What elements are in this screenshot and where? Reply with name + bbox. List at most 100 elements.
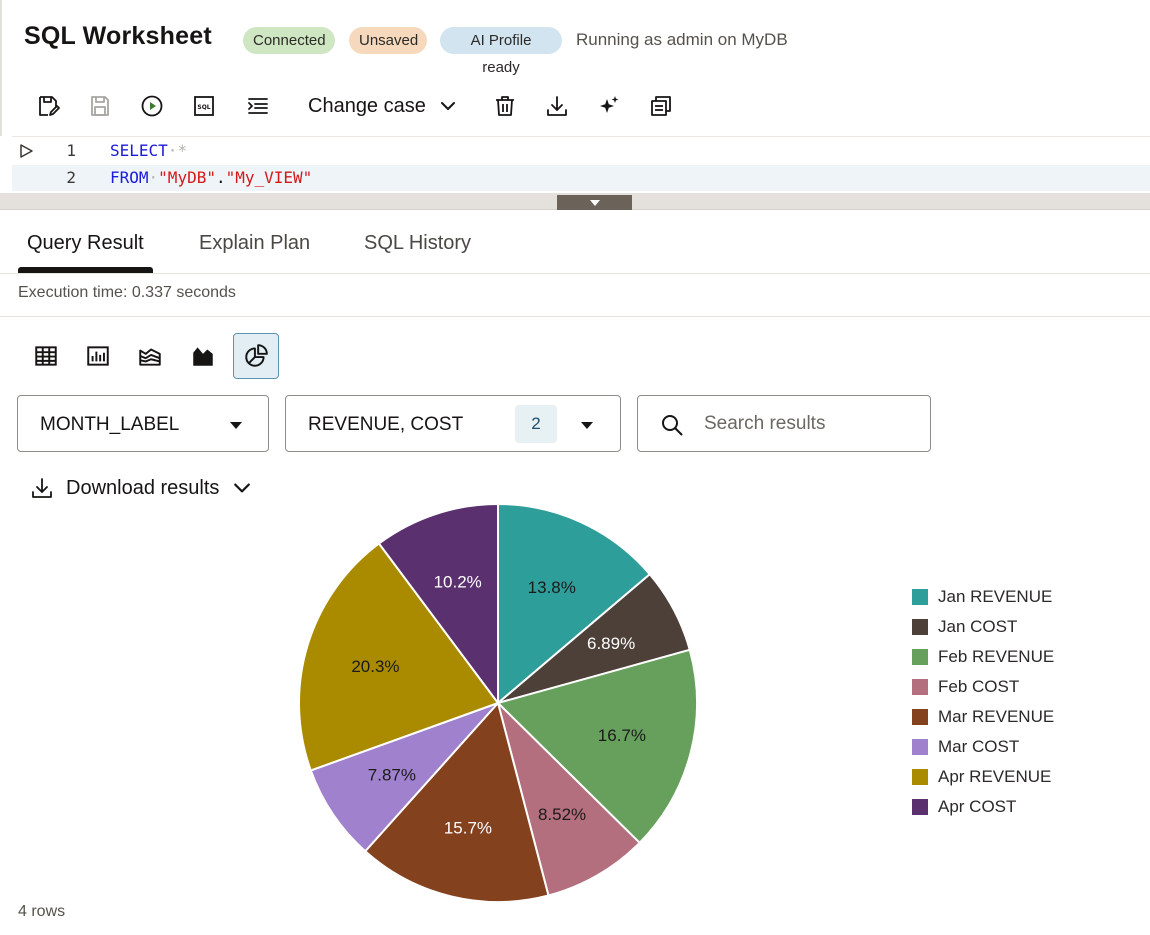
legend-item[interactable]: Jan REVENUE xyxy=(912,586,1052,608)
run-statement-icon[interactable] xyxy=(18,143,34,159)
table-view-icon xyxy=(35,346,57,366)
save-as-icon xyxy=(39,96,60,116)
sql-keyword: FROM xyxy=(110,168,149,187)
slice-label: 8.52% xyxy=(538,805,586,824)
row-count: 4 rows xyxy=(18,903,66,920)
tab-explain-plan[interactable]: Explain Plan xyxy=(199,232,310,255)
pie-chart-button[interactable] xyxy=(233,333,279,379)
slice-label: 16.7% xyxy=(598,726,646,745)
tab-query-result[interactable]: Query Result xyxy=(27,232,144,255)
slice-label: 7.87% xyxy=(368,766,416,785)
slice-label: 6.89% xyxy=(587,634,635,653)
pie-chart: 13.8% 6.89% 16.7% 8.52% 15.7% 7.87% 20.3% 10.2% xyxy=(298,502,698,903)
funnel-chart-icon xyxy=(193,347,213,366)
clear-button[interactable] xyxy=(489,90,521,122)
save-button[interactable] xyxy=(84,90,116,122)
run-button[interactable] xyxy=(136,90,168,122)
search-box xyxy=(637,395,931,452)
legend-label: Jan REVENUE xyxy=(938,587,1053,606)
sql-string: "MyDB" xyxy=(158,168,216,187)
legend-swatch xyxy=(912,799,928,815)
sql-string: "My_VIEW" xyxy=(225,168,313,187)
search-input[interactable] xyxy=(704,408,914,440)
y-columns-value: REVENUE, COST xyxy=(308,414,464,435)
legend-label: Apr REVENUE xyxy=(938,767,1052,786)
format-button[interactable] xyxy=(242,90,274,122)
save-icon xyxy=(91,96,109,116)
legend-item[interactable]: Feb COST xyxy=(912,676,1019,698)
session-status: Running as admin on MyDB xyxy=(576,30,788,49)
sql-icon: SQL xyxy=(194,96,214,116)
legend-label: Jan COST xyxy=(938,617,1018,636)
pane-splitter[interactable] xyxy=(0,193,1150,210)
collapse-icon xyxy=(589,199,600,206)
download-button[interactable] xyxy=(541,90,573,122)
line-number: 1 xyxy=(66,141,76,160)
slice-label: 20.3% xyxy=(351,657,399,676)
splitter-handle[interactable] xyxy=(557,195,632,210)
table-view-button[interactable] xyxy=(23,333,69,379)
slice-label: 15.7% xyxy=(444,818,492,837)
copy-button[interactable] xyxy=(645,90,677,122)
execution-time: Execution time: 0.337 seconds xyxy=(18,284,236,301)
code-line: FROM·"MyDB"."My_VIEW" xyxy=(110,168,313,187)
legend-swatch xyxy=(912,649,928,665)
bar-chart-icon xyxy=(87,346,109,366)
legend-item[interactable]: Jan COST xyxy=(912,616,1017,638)
download-results-button[interactable]: Download results xyxy=(30,474,251,502)
divider xyxy=(0,316,1150,317)
code-line: SELECT·* xyxy=(110,141,188,160)
ai-assist-button[interactable] xyxy=(593,90,625,122)
funnel-chart-button[interactable] xyxy=(180,333,226,379)
tab-sql-history[interactable]: SQL History xyxy=(364,232,471,255)
pie-chart-icon xyxy=(245,344,268,367)
legend-item[interactable]: Feb REVENUE xyxy=(912,646,1054,668)
connected-badge: Connected xyxy=(243,27,335,54)
legend-swatch xyxy=(912,709,928,725)
area-chart-button[interactable] xyxy=(127,333,173,379)
editor-line: 1 SELECT·* xyxy=(12,138,1150,164)
sql-editor[interactable]: 1 SELECT·* 2 FROM·"MyDB"."My_VIEW" xyxy=(12,136,1150,192)
page-title: SQL Worksheet xyxy=(24,22,212,50)
legend-label: Feb REVENUE xyxy=(938,647,1055,666)
worksheet-header: SQL Worksheet Connected Unsaved AI Profi… xyxy=(0,0,1150,80)
slice-label: 10.2% xyxy=(434,573,482,592)
format-icon xyxy=(248,98,268,114)
y-columns-select[interactable]: REVENUE, COST 2 xyxy=(285,395,621,452)
legend-swatch xyxy=(912,679,928,695)
legend-swatch xyxy=(912,739,928,755)
legend-item[interactable]: Mar COST xyxy=(912,736,1019,758)
legend-swatch xyxy=(912,769,928,785)
chevron-down-icon xyxy=(440,102,455,110)
slice-label: 13.8% xyxy=(528,578,576,597)
legend-item[interactable]: Apr COST xyxy=(912,796,1016,818)
change-case-label: Change case xyxy=(308,94,426,117)
legend-item[interactable]: Apr REVENUE xyxy=(912,766,1051,788)
download-icon xyxy=(547,96,567,116)
editor-line: 2 FROM·"MyDB"."My_VIEW" xyxy=(12,165,1150,191)
ai-profile-badge: AI Profile ready xyxy=(440,27,562,76)
editor-toolbar: SQL Change case xyxy=(0,80,1150,136)
copy-icon xyxy=(651,96,671,116)
caret-down-icon xyxy=(230,422,242,429)
change-case-dropdown[interactable]: Change case xyxy=(302,90,462,122)
x-column-value: MONTH_LABEL xyxy=(40,414,180,435)
run-script-button[interactable]: SQL xyxy=(188,90,220,122)
svg-text:SQL: SQL xyxy=(197,104,210,111)
area-chart-icon xyxy=(139,348,161,366)
legend-swatch xyxy=(912,589,928,605)
x-column-select[interactable]: MONTH_LABEL xyxy=(17,395,269,452)
download-results-label: Download results xyxy=(66,476,220,499)
sql-token: . xyxy=(215,168,226,187)
bar-chart-button[interactable] xyxy=(75,333,121,379)
selected-count-badge: 2 xyxy=(515,405,557,443)
run-icon xyxy=(141,95,163,117)
trash-icon xyxy=(496,96,514,116)
line-number: 2 xyxy=(66,168,76,187)
legend-item[interactable]: Mar REVENUE xyxy=(912,706,1054,728)
save-as-button[interactable] xyxy=(32,90,64,122)
sql-token: * xyxy=(177,141,188,160)
sparkle-icon xyxy=(600,96,619,113)
legend-label: Apr COST xyxy=(938,797,1017,816)
legend-label: Feb COST xyxy=(938,677,1020,696)
